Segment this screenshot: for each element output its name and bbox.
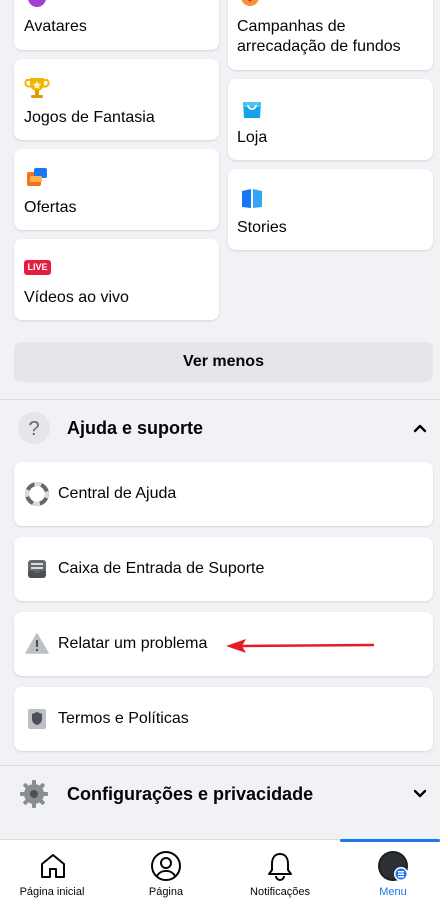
shortcut-label: Vídeos ao vivo [24, 289, 129, 306]
shortcut-ofertas[interactable]: Ofertas [14, 149, 219, 230]
nav-menu[interactable]: Menu [340, 839, 440, 911]
warning-icon [25, 633, 49, 654]
inbox-icon [28, 560, 46, 578]
fundraiser-icon [241, 0, 259, 6]
see-less-button[interactable]: Ver menos [14, 342, 433, 382]
help-item-label: Caixa de Entrada de Suporte [58, 560, 265, 577]
shortcut-label: Stories [237, 219, 287, 236]
help-item-central-de-ajuda[interactable]: Central de Ajuda [14, 462, 433, 526]
annotation-arrow [226, 639, 375, 653]
shortcut-avatares[interactable]: Avatares [14, 0, 219, 50]
nav-label: Notificações [250, 886, 310, 898]
help-item-termos-politicas[interactable]: Termos e Políticas [14, 687, 433, 751]
avatar-icon [28, 0, 46, 7]
shortcut-label: Jogos de Fantasia [24, 109, 155, 126]
bell-icon [268, 853, 292, 881]
profile-icon [151, 851, 181, 881]
stories-icon [242, 189, 262, 208]
help-item-label: Central de Ajuda [58, 485, 177, 502]
nav-profile[interactable]: Página [110, 840, 220, 911]
help-item-caixa-de-entrada[interactable]: Caixa de Entrada de Suporte [14, 537, 433, 601]
chevron-down-icon [413, 789, 427, 798]
shortcut-label-line1: Campanhas de [237, 18, 346, 35]
chevron-up-icon [413, 424, 427, 433]
nav-label: Página inicial [19, 886, 85, 898]
bottom-navigation: Página inicial Página Notificações Menu [0, 839, 440, 911]
nav-home[interactable]: Página inicial [0, 840, 110, 911]
gear-icon [20, 780, 48, 808]
shortcut-loja[interactable]: Loja [228, 79, 433, 160]
shortcut-jogos-de-fantasia[interactable]: Jogos de Fantasia [14, 59, 219, 140]
nav-notifications[interactable]: Notificações [224, 840, 334, 911]
shortcut-label: Ofertas [24, 199, 77, 216]
offers-icon [27, 168, 47, 186]
trophy-icon [24, 78, 50, 98]
menu-avatar-icon [378, 851, 408, 881]
shortcut-campanhas[interactable]: Campanhas de arrecadação de fundos [228, 0, 433, 70]
svg-text:?: ? [28, 418, 39, 440]
shortcut-label-line2: arrecadação de fundos [237, 38, 401, 55]
settings-section-header[interactable]: Configurações e privacidade [0, 763, 440, 825]
settings-section-title: Configurações e privacidade [67, 783, 314, 804]
help-item-label: Termos e Políticas [58, 710, 189, 727]
help-question-icon: ? [18, 412, 50, 444]
shortcut-label: Avatares [24, 18, 87, 35]
help-section-header[interactable]: ? Ajuda e suporte [0, 397, 440, 459]
lifebuoy-icon [25, 482, 49, 506]
nav-label: Menu [379, 886, 407, 898]
active-tab-indicator [340, 839, 440, 842]
help-section-title: Ajuda e suporte [67, 417, 204, 438]
shortcut-stories[interactable]: Stories [228, 169, 433, 250]
nav-label: Página [148, 886, 184, 898]
live-icon: LIVE [24, 260, 51, 275]
shop-icon [243, 102, 261, 118]
help-item-label: Relatar um problema [58, 635, 208, 652]
shortcut-label: Loja [237, 129, 268, 146]
shield-icon [28, 709, 46, 729]
home-icon [41, 854, 65, 878]
shortcut-videos-ao-vivo[interactable]: LIVE Vídeos ao vivo [14, 239, 219, 320]
